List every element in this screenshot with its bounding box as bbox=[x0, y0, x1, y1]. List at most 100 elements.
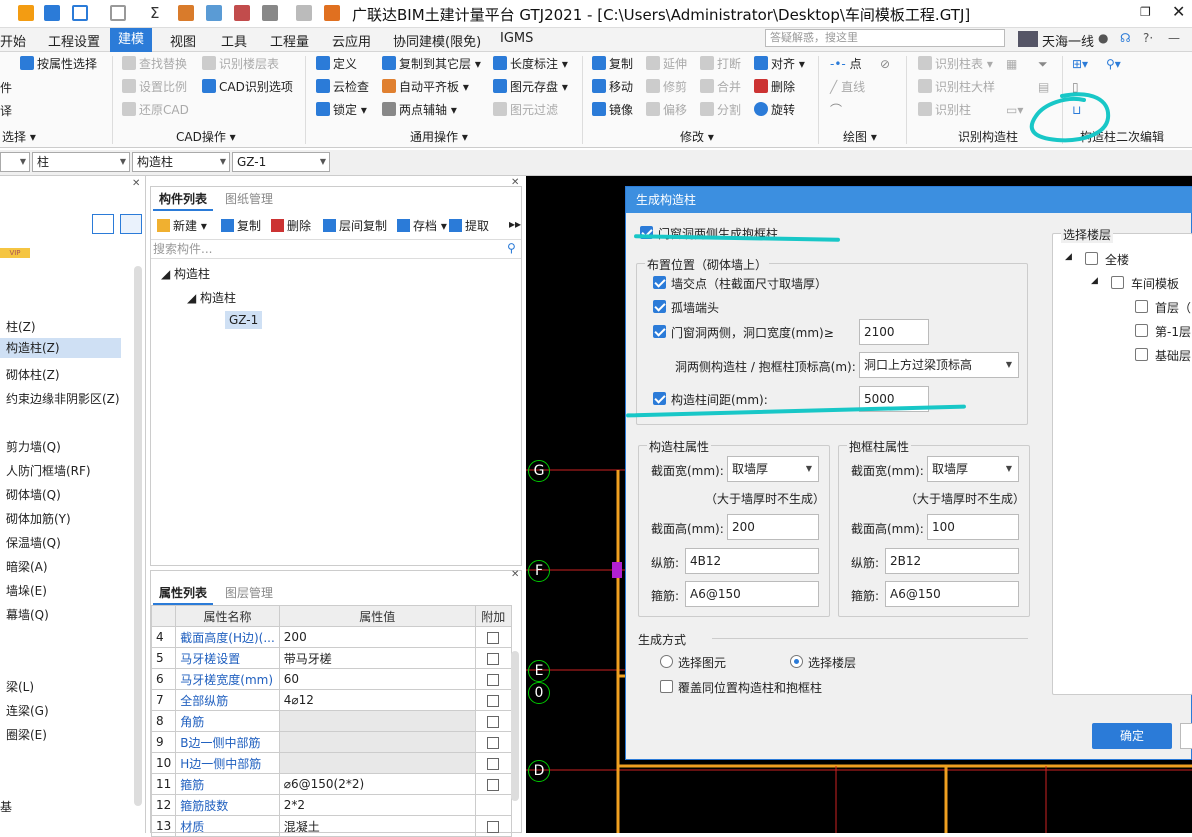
new-button[interactable]: 新建 ▾ bbox=[157, 217, 207, 234]
extract-button[interactable]: 提取 bbox=[449, 217, 489, 234]
props-scrollbar[interactable] bbox=[511, 651, 519, 801]
identify-column-detail-button[interactable]: 识别柱大样 bbox=[918, 77, 995, 97]
layer-icon[interactable] bbox=[296, 5, 312, 21]
column-edit-icon[interactable]: ⊞▾ bbox=[1072, 54, 1088, 74]
overwrite-checkbox[interactable] bbox=[660, 680, 673, 693]
help-search-input[interactable]: 答疑解惑，搜这里 bbox=[765, 29, 1005, 47]
cancel-button[interactable] bbox=[1180, 723, 1192, 749]
identify-extra-1[interactable]: ▦ bbox=[1006, 54, 1017, 74]
group-identify[interactable]: 识别构造柱 bbox=[958, 128, 1018, 145]
rotate-button[interactable]: 旋转 bbox=[754, 100, 795, 120]
menu-project-settings[interactable]: 工程设置 bbox=[48, 31, 100, 50]
tree-leaf-gz1[interactable]: GZ-1 bbox=[225, 311, 263, 329]
copy-to-other-floor-button[interactable]: 复制到其它层 ▾ bbox=[382, 54, 481, 74]
table-row[interactable]: 8 角筋 bbox=[150, 710, 512, 732]
gz-width-select[interactable]: 取墙厚 ▼ bbox=[727, 456, 819, 482]
select-item-2[interactable]: 件 bbox=[0, 78, 12, 98]
floor-1-checkbox[interactable] bbox=[1135, 300, 1148, 313]
nav-boundary-area[interactable]: 约束边缘非阴影区(Z) bbox=[6, 390, 120, 407]
tree-expand-icon[interactable]: ◢ bbox=[1091, 276, 1098, 286]
component-combo[interactable]: GZ-1 ▼ bbox=[232, 152, 330, 172]
search-icon[interactable]: ⚲ bbox=[507, 241, 516, 255]
tab-layer-management[interactable]: 图层管理 bbox=[219, 581, 279, 605]
headset-icon[interactable]: ☊ bbox=[1120, 31, 1131, 45]
menu-cloud[interactable]: 云应用 bbox=[332, 31, 371, 50]
extra-checkbox[interactable] bbox=[487, 694, 500, 707]
extra-checkbox[interactable] bbox=[487, 736, 500, 749]
undo-icon[interactable] bbox=[72, 5, 88, 21]
select-by-property-button[interactable]: 按属性选择 bbox=[20, 54, 97, 74]
nav-constructional-column[interactable]: 构造柱(Z) bbox=[0, 338, 121, 358]
left-scrollbar[interactable] bbox=[134, 266, 142, 806]
nav-foundation[interactable]: 基 bbox=[0, 798, 12, 815]
delete-component-button[interactable]: 删除 bbox=[271, 217, 311, 234]
category-combo[interactable]: 柱 ▼ bbox=[32, 152, 130, 172]
element-save-button[interactable]: 图元存盘 ▾ bbox=[493, 77, 568, 97]
flag-icon[interactable] bbox=[324, 5, 340, 21]
group-select[interactable]: 选择 ▾ bbox=[2, 128, 36, 145]
two-point-axis-button[interactable]: 两点辅轴 ▾ bbox=[382, 100, 457, 120]
check-icon[interactable] bbox=[234, 5, 250, 21]
tab-drawing-management[interactable]: 图纸管理 bbox=[219, 187, 279, 211]
wall-end-checkbox[interactable] bbox=[653, 300, 666, 313]
extra-checkbox[interactable] bbox=[487, 820, 500, 833]
funnel-icon[interactable]: ⏷ bbox=[1038, 54, 1048, 74]
redo-icon[interactable] bbox=[110, 5, 126, 21]
menu-collab[interactable]: 协同建模(限免) bbox=[393, 31, 481, 50]
identify-floor-table-button[interactable]: 识别楼层表 bbox=[202, 54, 279, 74]
nav-curtain-wall[interactable]: 幕墙(Q) bbox=[6, 606, 49, 623]
menu-start[interactable]: 开始 bbox=[0, 31, 26, 50]
extra-checkbox[interactable] bbox=[487, 757, 500, 770]
tree-child[interactable]: ◢ 构造柱 bbox=[187, 289, 236, 306]
table-row[interactable]: 13 材质 混凝土 bbox=[150, 815, 512, 837]
table-row[interactable]: 11 箍筋 ⌀6@150(2*2) bbox=[150, 773, 512, 795]
more-icon[interactable]: ▸▸ bbox=[509, 217, 521, 231]
identify-extra-2[interactable]: ▭▾ bbox=[1006, 100, 1023, 120]
select-floors-radio[interactable] bbox=[790, 655, 803, 668]
list-view-icon[interactable] bbox=[92, 214, 114, 234]
nav-ring-beam[interactable]: 圈梁(E) bbox=[6, 726, 47, 743]
menu-quantity[interactable]: 工程量 bbox=[270, 31, 309, 50]
nav-column[interactable]: 柱(Z) bbox=[6, 318, 36, 335]
group-common[interactable]: 通用操作 ▾ bbox=[410, 128, 468, 145]
define-button[interactable]: 定义 bbox=[316, 54, 357, 74]
minimize-ribbon-icon[interactable]: — bbox=[1168, 31, 1180, 45]
nav-shear-wall[interactable]: 剪力墙(Q) bbox=[6, 438, 61, 455]
extra-checkbox[interactable] bbox=[487, 715, 500, 728]
menu-modeling[interactable]: 建模 bbox=[110, 28, 153, 52]
grid-view-icon[interactable] bbox=[120, 214, 142, 234]
nav-masonry-column[interactable]: 砌体柱(Z) bbox=[6, 366, 60, 383]
nav-masonry-rebar[interactable]: 砌体加筋(Y) bbox=[6, 510, 71, 527]
split-button[interactable]: 分割 bbox=[700, 100, 741, 120]
help-icon[interactable]: ?· bbox=[1143, 31, 1153, 45]
table-row[interactable]: 5 马牙槎设置 带马牙槎 bbox=[150, 647, 512, 669]
close-panel-icon[interactable]: ✕ bbox=[132, 178, 140, 189]
save-icon[interactable] bbox=[44, 5, 60, 21]
close-list-icon[interactable]: ✕ bbox=[511, 177, 519, 188]
nav-beam[interactable]: 梁(L) bbox=[6, 678, 34, 695]
delete-button[interactable]: 删除 bbox=[754, 77, 795, 97]
point-button[interactable]: -•- 点 bbox=[830, 54, 862, 74]
floor-combo[interactable]: ▼ bbox=[0, 152, 30, 172]
extra-checkbox[interactable] bbox=[487, 673, 500, 686]
table-row[interactable]: 7 全部纵筋 4⌀12 bbox=[150, 689, 512, 711]
gz-rebar-input[interactable]: 4B12 bbox=[685, 548, 819, 574]
line-button[interactable]: ╱ 直线 bbox=[830, 77, 865, 97]
bk-rebar-input[interactable]: 2B12 bbox=[885, 548, 1019, 574]
bk-stirrup-input[interactable]: A6@150 bbox=[885, 581, 1019, 607]
table-row[interactable]: 10 H边一侧中部筋 bbox=[150, 752, 512, 774]
group-modify[interactable]: 修改 ▾ bbox=[680, 128, 714, 145]
nav-civil-defense-wall[interactable]: 人防门框墙(RF) bbox=[6, 462, 91, 479]
group-draw[interactable]: 绘图 ▾ bbox=[843, 128, 877, 145]
close-icon[interactable]: ✕ bbox=[1172, 2, 1185, 21]
wall-intersection-checkbox[interactable] bbox=[653, 276, 666, 289]
bk-height-input[interactable]: 100 bbox=[927, 514, 1019, 540]
extend-button[interactable]: 延伸 bbox=[646, 54, 687, 74]
select-elements-radio[interactable] bbox=[660, 655, 673, 668]
menu-view[interactable]: 视图 bbox=[170, 31, 196, 50]
table-row[interactable]: 4 截面高度(H边)(... 200 bbox=[150, 626, 512, 648]
restore-cad-button[interactable]: 还原CAD bbox=[122, 100, 189, 120]
identify-column-button[interactable]: 识别柱 bbox=[918, 100, 971, 120]
bk-width-select[interactable]: 取墙厚 ▼ bbox=[927, 456, 1019, 482]
nav-masonry-wall[interactable]: 砌体墙(Q) bbox=[6, 486, 61, 503]
